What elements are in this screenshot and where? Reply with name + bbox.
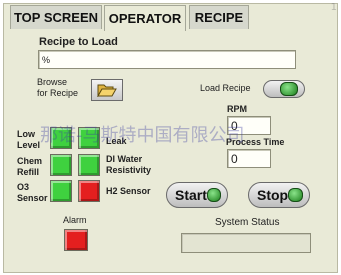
leak-led <box>78 127 100 149</box>
low-level-label-1: Low <box>17 129 35 139</box>
alarm-label: Alarm <box>63 215 87 225</box>
tab-operator[interactable]: OPERATOR <box>104 5 186 31</box>
di-water-led <box>78 154 100 176</box>
load-recipe-label: Load Recipe <box>200 83 251 93</box>
chem-refill-led <box>50 154 72 176</box>
load-recipe-button[interactable] <box>263 80 305 98</box>
leak-label: Leak <box>106 136 127 146</box>
low-level-label-2: Level <box>17 140 41 150</box>
start-button-label: Start <box>175 187 207 203</box>
alarm-led <box>64 229 88 251</box>
low-level-led <box>50 127 72 149</box>
browse-label-line2: for Recipe <box>37 88 79 98</box>
process-time-field[interactable]: 0 <box>227 149 271 168</box>
rpm-field[interactable]: 0 <box>227 116 271 135</box>
chem-refill-label-1: Chem <box>17 156 43 166</box>
tab-recipe[interactable]: RECIPE <box>189 5 249 29</box>
chem-refill-label-2: Refill <box>17 167 40 177</box>
o3-sensor-label-1: O3 <box>17 182 30 192</box>
di-water-label-2: Resistivity <box>106 165 152 175</box>
stop-button[interactable]: Stop <box>248 182 310 208</box>
folder-open-icon <box>97 84 117 97</box>
system-status-field <box>181 233 311 253</box>
stop-indicator-dot <box>288 188 303 202</box>
corner-watermark: 1 <box>330 2 337 13</box>
process-time-label: Process Time <box>226 137 285 147</box>
h2-sensor-label: H2 Sensor <box>106 186 151 196</box>
h2-sensor-led <box>78 180 100 202</box>
o3-sensor-led <box>50 180 72 202</box>
browse-button[interactable] <box>91 79 123 101</box>
recipe-to-load-title: Recipe to Load <box>39 36 118 48</box>
browse-label-line1: Browse <box>37 77 68 87</box>
recipe-path-field[interactable]: % <box>38 50 296 69</box>
system-status-label: System Status <box>215 217 280 228</box>
tab-top-screen[interactable]: TOP SCREEN <box>10 5 102 29</box>
di-water-label-1: DI Water <box>106 154 143 164</box>
start-indicator-dot <box>206 188 221 202</box>
rpm-label: RPM <box>227 104 247 114</box>
load-indicator-dot <box>280 82 298 96</box>
stop-button-label: Stop <box>257 187 289 203</box>
o3-sensor-label-2: Sensor <box>17 193 48 203</box>
start-button[interactable]: Start <box>166 182 228 208</box>
